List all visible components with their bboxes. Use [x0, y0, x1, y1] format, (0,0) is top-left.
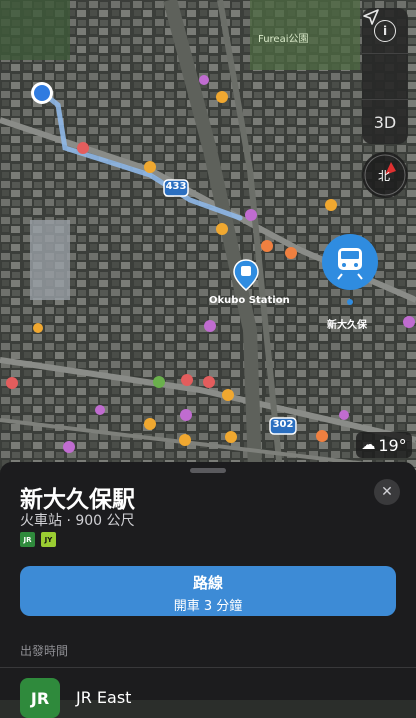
location-arrow-icon — [363, 9, 379, 25]
close-button[interactable]: ✕ — [374, 479, 400, 505]
map-controls: i 3D — [362, 8, 408, 144]
3d-label: 3D — [373, 113, 397, 132]
cloud-icon: ☁ — [361, 437, 376, 453]
sheet-grabber[interactable] — [190, 468, 226, 473]
location-button[interactable] — [362, 9, 408, 100]
shin-okubo-label: 新大久保 — [327, 320, 367, 331]
jr-operator-icon: JR — [20, 678, 60, 718]
temperature: 19° — [378, 435, 407, 455]
divider — [0, 667, 416, 668]
train-icon — [322, 234, 378, 305]
jr-badge: JR — [20, 532, 35, 547]
route-shield-302: 302 — [272, 419, 294, 430]
3d-button[interactable]: 3D — [362, 100, 408, 145]
route-sublabel: 開車 3 分鐘 — [173, 599, 243, 614]
route-button[interactable]: 路線 開車 3 分鐘 — [20, 566, 396, 616]
compass[interactable]: 北 — [362, 152, 408, 198]
weather-badge: ☁ 19° — [356, 432, 412, 458]
place-title: 新大久保駅 — [20, 487, 135, 513]
close-icon: ✕ — [381, 484, 393, 500]
route-label: 路線 — [192, 574, 223, 592]
line-badges: JR JY — [20, 532, 56, 547]
place-card: 新大久保駅 火車站 · 900 公尺 JR JY ✕ 路線 開車 3 分鐘 出發… — [0, 462, 416, 718]
departure-header: 出發時間 — [20, 644, 69, 658]
okubo-station-label: Okubo Station — [209, 295, 290, 306]
compass-north-label: 北 — [378, 169, 391, 183]
train-pin-icon — [233, 259, 259, 291]
map-view[interactable]: 433 302 Fureai公園 Okubo Station 新大久保 ☁ 19… — [0, 0, 416, 470]
operator-name[interactable]: JR East — [76, 688, 131, 707]
jy-badge: JY — [41, 532, 56, 547]
route-shield-433: 433 — [165, 181, 187, 192]
park-label: Fureai公園 — [258, 34, 309, 45]
place-subtitle: 火車站 · 900 公尺 — [20, 513, 135, 529]
